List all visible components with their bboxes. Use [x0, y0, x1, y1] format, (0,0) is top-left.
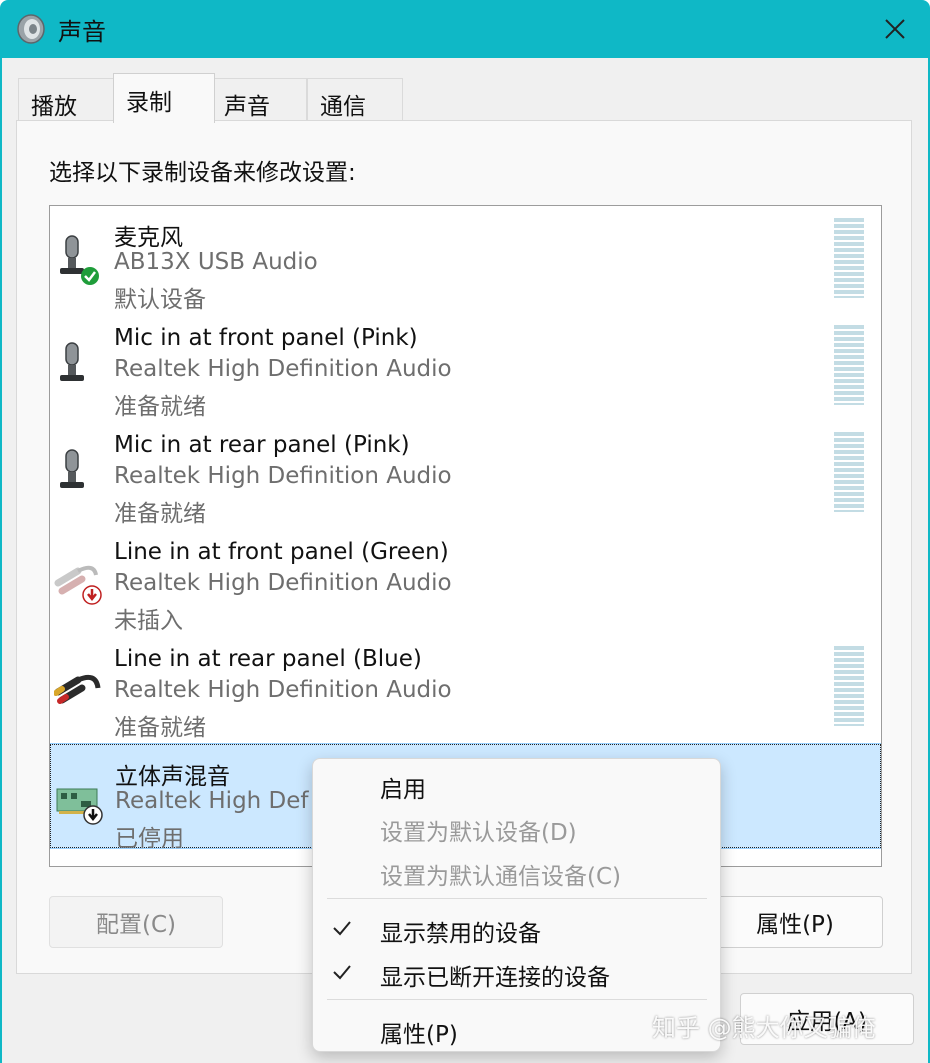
device-driver: AB13X USB Audio — [114, 249, 318, 275]
menu-item-label: 显示已断开连接的设备 — [380, 965, 610, 991]
device-name: 麦克风 — [114, 225, 183, 251]
menu-item-label: 属性(P) — [380, 1022, 458, 1048]
sound-card-icon — [56, 788, 103, 825]
tab-label: 录制 — [126, 90, 172, 116]
tab-sounds[interactable]: 声音 — [211, 78, 307, 122]
menu-item-set-default[interactable]: 设置为默认设备(D) — [313, 806, 720, 848]
device-driver: Realtek High Definition Audio — [114, 356, 452, 382]
menu-separator — [327, 898, 707, 899]
device-name: Mic in at rear panel (Pink) — [114, 432, 410, 458]
device-name: Line in at front panel (Green) — [114, 539, 449, 565]
menu-item-show-disabled[interactable]: 显示禁用的设备 — [313, 907, 720, 949]
configure-button[interactable]: 配置(C) — [49, 896, 223, 948]
speaker-icon — [17, 14, 45, 44]
tab-recording[interactable]: 录制 — [113, 73, 215, 123]
tab-communications[interactable]: 通信 — [307, 78, 403, 122]
device-status: 已停用 — [115, 826, 184, 852]
device-item-microphone[interactable]: 麦克风 AB13X USB Audio 默认设备 — [50, 206, 881, 313]
button-label: 配置(C) — [95, 912, 176, 938]
menu-item-label: 启用 — [380, 777, 426, 803]
microphone-icon — [60, 342, 84, 381]
title-bar[interactable]: 声音 — [0, 0, 930, 58]
line-in-cable-icon — [54, 565, 102, 605]
level-meter — [834, 218, 864, 298]
tab-label: 播放 — [31, 94, 77, 120]
tab-label: 声音 — [224, 94, 270, 120]
device-item-mic-rear[interactable]: Mic in at rear panel (Pink) Realtek High… — [50, 420, 881, 527]
level-meter — [834, 325, 864, 405]
microphone-icon — [60, 449, 84, 488]
menu-item-label: 设置为默认通信设备(C) — [380, 864, 622, 890]
device-item-line-in-rear[interactable]: Line in at rear panel (Blue) Realtek Hig… — [50, 634, 881, 741]
menu-item-set-default-comm[interactable]: 设置为默认通信设备(C) — [313, 850, 720, 892]
device-driver: Realtek High Def — [115, 788, 309, 814]
menu-item-label: 显示禁用的设备 — [380, 921, 541, 947]
checkmark-icon — [333, 921, 351, 936]
button-label: 属性(P) — [756, 912, 834, 938]
menu-item-enable[interactable]: 启用 — [313, 763, 720, 805]
watermark-text: 知乎 @熊大你又骗俺 — [652, 1014, 876, 1042]
line-in-cable-icon — [54, 674, 101, 704]
menu-item-show-disconnected[interactable]: 显示已断开连接的设备 — [313, 951, 720, 993]
device-status: 准备就绪 — [114, 394, 206, 420]
level-meter — [834, 432, 864, 512]
device-name: Line in at rear panel (Blue) — [114, 646, 422, 672]
device-status: 默认设备 — [114, 287, 206, 313]
device-name: Mic in at front panel (Pink) — [114, 325, 418, 351]
microphone-icon — [60, 235, 99, 285]
checkmark-icon — [333, 965, 351, 980]
menu-item-label: 设置为默认设备(D) — [380, 820, 577, 846]
device-driver: Realtek High Definition Audio — [114, 677, 452, 703]
tab-playback[interactable]: 播放 — [18, 78, 114, 122]
device-status: 未插入 — [114, 608, 183, 634]
properties-button[interactable]: 属性(P) — [707, 896, 883, 948]
device-driver: Realtek High Definition Audio — [114, 570, 452, 596]
close-icon — [885, 19, 905, 39]
instruction-text: 选择以下录制设备来修改设置: — [49, 160, 356, 186]
device-driver: Realtek High Definition Audio — [114, 463, 452, 489]
tab-label: 通信 — [320, 94, 366, 120]
menu-separator — [327, 999, 707, 1000]
device-item-line-in-front[interactable]: Line in at front panel (Green) Realtek H… — [50, 527, 881, 634]
device-status: 准备就绪 — [114, 715, 206, 741]
window-title: 声音 — [58, 18, 106, 46]
level-meter — [834, 646, 864, 726]
device-name: 立体声混音 — [115, 764, 230, 790]
device-item-mic-front[interactable]: Mic in at front panel (Pink) Realtek Hig… — [50, 313, 881, 420]
device-status: 准备就绪 — [114, 501, 206, 527]
close-button[interactable] — [870, 6, 920, 52]
